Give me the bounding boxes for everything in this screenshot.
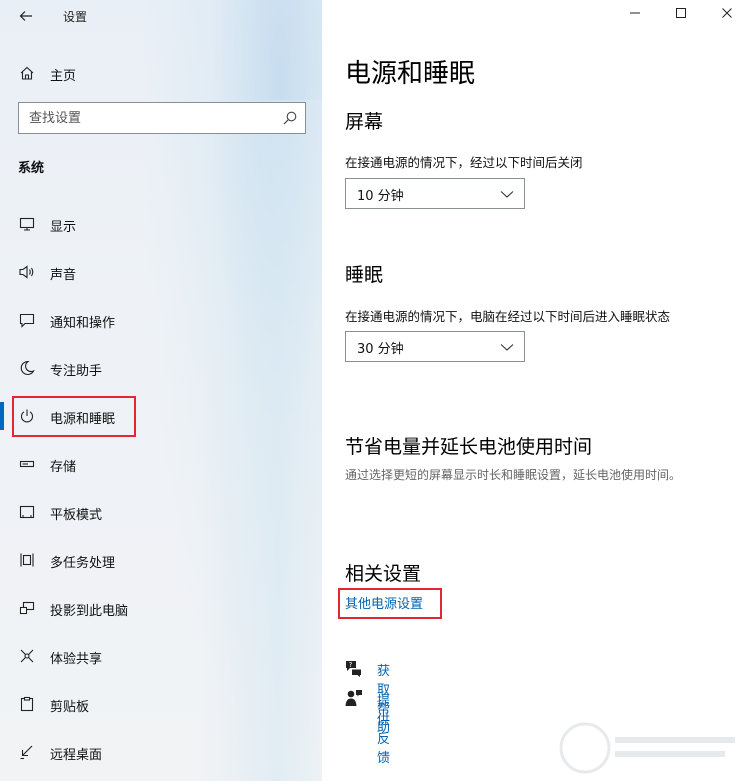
- sleep-timeout-value: 30 分钟: [357, 342, 404, 357]
- project-icon: [17, 598, 37, 618]
- sidebar-item-label: 通知和操作: [50, 316, 116, 331]
- sidebar-item-multitasking[interactable]: 多任务处理: [0, 540, 322, 580]
- sidebar-item-label: 多任务处理: [50, 556, 116, 571]
- sidebar-item-shared-experiences[interactable]: 体验共享: [0, 636, 322, 676]
- share-icon: [17, 646, 37, 666]
- notification-icon: [17, 310, 37, 330]
- speaker-icon: [17, 262, 37, 282]
- sidebar-item-label: 显示: [50, 220, 77, 235]
- app-title: 设置: [63, 10, 88, 24]
- sleep-description: 在接通电源的情况下，电脑在经过以下时间后进入睡眠状态: [345, 309, 671, 324]
- moon-icon: [17, 358, 37, 378]
- help-chat-icon: ?: [346, 661, 361, 677]
- sidebar-item-label: 声音: [50, 268, 77, 283]
- screen-timeout-dropdown[interactable]: 10 分钟: [345, 178, 525, 209]
- sidebar-item-label: 远程桌面: [50, 748, 103, 763]
- remote-icon: [17, 742, 37, 762]
- sidebar-item-label: 体验共享: [50, 652, 103, 667]
- tablet-icon: [17, 502, 37, 522]
- window-controls: [612, 0, 750, 32]
- storage-icon: [17, 454, 37, 474]
- battery-description: 通过选择更短的屏幕显示时长和睡眠设置，延长电池使用时间。: [345, 468, 682, 482]
- highlight-annotation: [12, 396, 136, 437]
- clipboard-icon: [17, 694, 37, 714]
- title-bar: 设置: [0, 0, 322, 32]
- sidebar-item-storage[interactable]: 存储: [0, 444, 322, 484]
- sidebar-item-display[interactable]: 显示: [0, 204, 322, 244]
- maximize-icon: [676, 8, 686, 18]
- section-title: 系统: [18, 161, 45, 176]
- home-icon: [17, 63, 37, 83]
- screen-timeout-value: 10 分钟: [357, 189, 404, 204]
- sidebar-item-label: 专注助手: [50, 364, 103, 379]
- screen-description: 在接通电源的情况下，经过以下时间后关闭: [345, 155, 583, 170]
- minimize-icon: [630, 12, 640, 14]
- svg-text:?: ?: [349, 661, 353, 669]
- sidebar-item-label: 投影到此电脑: [50, 604, 129, 619]
- sidebar: 设置 主页 系统: [0, 0, 322, 781]
- close-icon: [722, 8, 732, 18]
- sidebar-item-project[interactable]: 投影到此电脑: [0, 588, 322, 628]
- minimize-button[interactable]: [612, 0, 658, 32]
- multitask-icon: [17, 550, 37, 570]
- sleep-heading: 睡眠: [345, 264, 384, 286]
- monitor-icon: [17, 214, 37, 234]
- sidebar-item-notifications[interactable]: 通知和操作: [0, 300, 322, 340]
- chevron-down-icon: [500, 344, 514, 351]
- sidebar-item-label: 平板模式: [50, 508, 103, 523]
- screen-heading: 屏幕: [345, 111, 384, 133]
- sleep-timeout-dropdown[interactable]: 30 分钟: [345, 331, 525, 362]
- back-button[interactable]: [14, 4, 38, 28]
- back-arrow-icon: [19, 11, 32, 21]
- sidebar-item-focus-assist[interactable]: 专注助手: [0, 348, 322, 388]
- battery-heading: 节省电量并延长电池使用时间: [345, 436, 593, 458]
- feedback-label: 提供反馈: [377, 694, 391, 766]
- search-icon[interactable]: [281, 109, 299, 127]
- highlight-annotation: [338, 588, 442, 619]
- sidebar-item-label: 主页: [50, 69, 77, 84]
- sidebar-item-tablet-mode[interactable]: 平板模式: [0, 492, 322, 532]
- sidebar-item-remote-desktop[interactable]: 远程桌面: [0, 732, 322, 772]
- sidebar-item-clipboard[interactable]: 剪贴板: [0, 684, 322, 724]
- maximize-button[interactable]: [658, 0, 704, 32]
- close-button[interactable]: [704, 0, 750, 32]
- related-settings-heading: 相关设置: [345, 563, 422, 585]
- search-input[interactable]: [29, 109, 279, 127]
- sidebar-item-home[interactable]: 主页: [0, 56, 322, 90]
- sidebar-item-label: 存储: [50, 460, 77, 475]
- chevron-down-icon: [500, 191, 514, 198]
- feedback-person-icon: [345, 690, 362, 706]
- search-box[interactable]: [18, 102, 306, 134]
- main-panel: 电源和睡眠 屏幕 在接通电源的情况下，经过以下时间后关闭 10 分钟 睡眠 在接…: [322, 0, 750, 781]
- page-title: 电源和睡眠: [345, 59, 476, 89]
- sidebar-item-sound[interactable]: 声音: [0, 252, 322, 292]
- sidebar-item-label: 剪贴板: [50, 700, 90, 715]
